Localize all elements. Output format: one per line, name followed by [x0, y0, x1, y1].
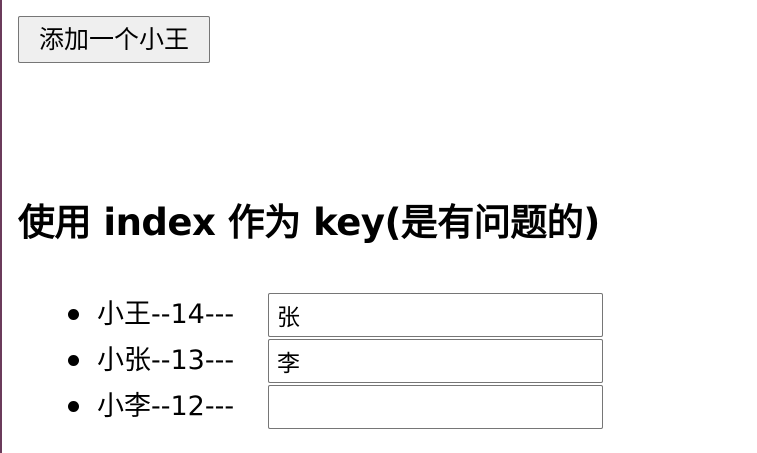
person-label: 小王--14---	[97, 299, 235, 330]
person-input[interactable]	[268, 339, 603, 383]
bullet-icon	[68, 401, 79, 412]
person-label: 小李--12---	[97, 391, 235, 422]
bullet-icon	[68, 309, 79, 320]
section-heading: 使用 index 作为 key(是有问题的)	[18, 201, 600, 244]
person-input[interactable]	[268, 385, 603, 429]
person-input[interactable]	[268, 293, 603, 337]
person-label: 小张--13---	[97, 345, 235, 376]
window-left-edge	[0, 0, 2, 453]
bullet-icon	[68, 355, 79, 366]
add-xiaowang-button[interactable]: 添加一个小王	[18, 16, 210, 63]
